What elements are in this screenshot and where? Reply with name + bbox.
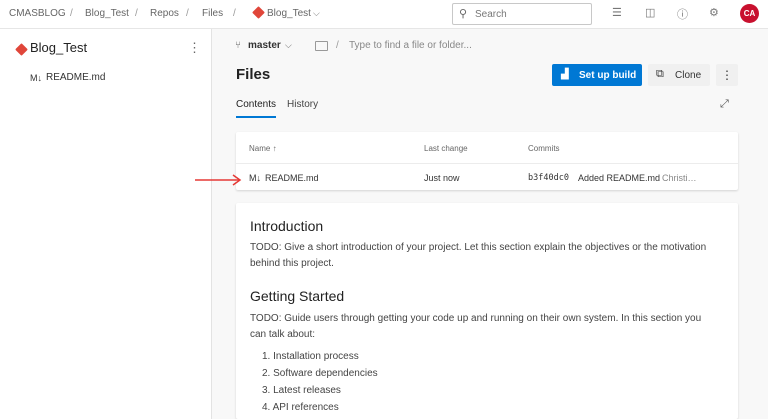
list-item: 3. Latest releases [262,385,341,396]
breadcrumb-repo[interactable]: Blog_Test [267,8,311,19]
branch-icon: ⑂ [235,40,241,51]
repo-name[interactable]: Blog_Test [30,40,87,55]
top-bar: CMASBLOG / Blog_Test / Repos / Files / B… [0,0,768,29]
breadcrumb-files[interactable]: Files [202,8,223,19]
active-tab-indicator [236,116,276,118]
file-name-link[interactable]: README.md [265,173,319,183]
list-item: 4. API references [262,402,339,413]
intro-heading: Introduction [250,218,324,234]
tab-contents[interactable]: Contents [236,99,276,110]
column-header-name[interactable]: Name ↑ [249,144,277,153]
setup-build-button[interactable]: ▟ Set up build [552,64,642,86]
breadcrumb-separator: / [135,8,138,19]
build-icon: ▟ [561,69,569,80]
user-settings-icon[interactable]: ⚙ [709,6,719,19]
markdown-icon: M↓ [30,73,42,83]
expand-icon[interactable]: ⤢ [720,98,729,111]
branch-selector[interactable]: master [248,40,281,51]
breadcrumb-org[interactable]: CMASBLOG [9,8,66,19]
breadcrumb-project[interactable]: Blog_Test [85,8,129,19]
breadcrumb-separator: / [70,8,73,19]
readme-preview: Introduction TODO: Give a short introduc… [236,203,738,419]
setup-build-label: Set up build [579,70,637,81]
more-options-icon[interactable]: ⋮ [188,40,201,56]
list-item: 2. Software dependencies [262,368,378,379]
files-table: Name ↑ Last change Commits M↓ README.md … [236,132,738,190]
path-search-input[interactable]: Type to find a file or folder... [349,40,472,51]
repo-icon [15,43,28,56]
search-icon: ⚲ [459,8,468,20]
breadcrumb-repos[interactable]: Repos [150,8,179,19]
repo-icon [252,6,265,19]
marketplace-bag-icon[interactable]: ◫ [645,6,655,19]
tab-history[interactable]: History [287,99,318,110]
avatar[interactable]: CA [740,4,759,23]
sidebar: Blog_Test ⋮ M↓ README.md [0,29,212,419]
sidebar-item-readme[interactable]: README.md [46,72,105,83]
divider [236,163,738,164]
column-header-commits: Commits [528,144,560,153]
help-icon[interactable]: ⓘ [677,6,688,22]
list-icon[interactable]: ☰ [612,6,622,19]
commit-id-link[interactable]: b3f40dc0 [528,173,569,183]
chevron-down-icon[interactable]: ⌵ [313,8,320,19]
list-item: 1. Installation process [262,351,359,362]
folder-icon [315,41,328,51]
clone-icon: ⧉ [656,68,664,80]
page-title: Files [236,66,271,83]
breadcrumb-separator: / [186,8,189,19]
commit-message: Added README.md [578,173,661,183]
getting-started-text: TODO: Guide users through getting your c… [250,313,702,340]
search-placeholder: Search [475,9,507,20]
more-actions-button[interactable]: ⋮ [716,64,738,86]
column-header-last-change: Last change [424,144,468,153]
path-separator: / [336,40,339,51]
annotation-arrow [195,174,242,186]
breadcrumb-separator: / [233,8,236,19]
chevron-down-icon[interactable]: ⌵ [285,40,292,51]
clone-button[interactable]: ⧉ Clone [648,64,710,86]
clone-label: Clone [675,70,702,81]
commit-author: Christi… [662,173,697,183]
getting-started-heading: Getting Started [250,288,345,304]
last-change: Just now [424,173,460,183]
search-box[interactable]: ⚲ Search [452,3,592,25]
intro-text: TODO: Give a short introduction of your … [250,242,707,269]
markdown-icon: M↓ [249,173,261,183]
